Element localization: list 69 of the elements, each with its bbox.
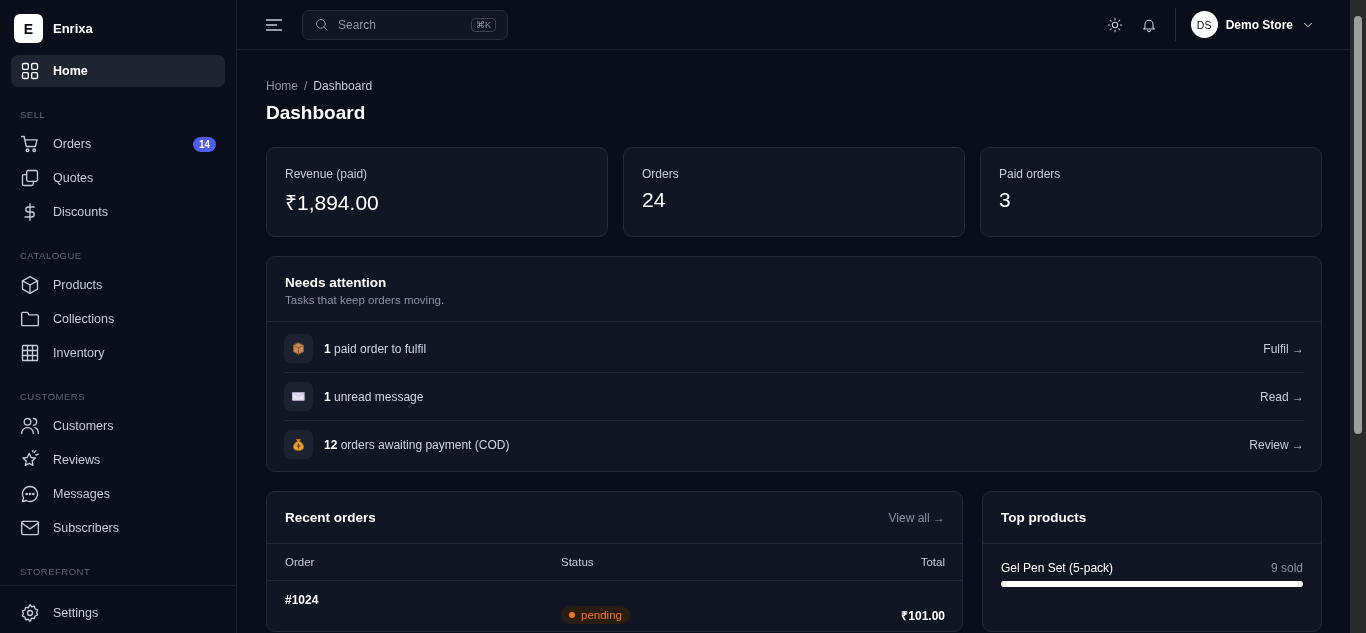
mail-icon [20,518,40,538]
stat-label: Paid orders [999,167,1062,181]
task-action-link[interactable]: Review → [1249,437,1304,452]
grid-icon [20,61,40,81]
nav-item[interactable]: Messages [11,478,225,510]
theme-toggle-button[interactable] [1106,16,1123,33]
nav-item[interactable]: Orders 14 [11,128,225,160]
order-total: ₹101.00 [901,607,945,624]
chat-icon [20,484,40,504]
page-title: Dashboard [266,102,367,124]
task-text: 1 paid order to fulfil [324,341,428,356]
nav-item[interactable]: Collections [11,303,225,335]
table-icon [20,343,40,363]
stat-value: ₹1,894.00 [285,190,380,216]
folder-icon [20,309,40,329]
nav-item[interactable]: Quotes [11,162,225,194]
users-icon [20,416,40,436]
nav-item[interactable]: Home [11,55,225,87]
column-header: Status [561,556,595,568]
search-field[interactable]: Search ⌘K [302,9,508,40]
column-header: Total [920,556,945,568]
card-title: Recent orders [285,510,376,525]
package-icon [291,341,306,356]
scrollbar-thumb[interactable] [1354,16,1362,434]
order-number[interactable]: #1024 [285,593,561,607]
nav-item[interactable]: Products [11,269,225,301]
stat-value: 24 [642,188,667,212]
nav-item[interactable]: Subscribers [11,512,225,544]
card-subtitle: Tasks that keep orders moving. [285,294,446,306]
brand-logo: E [14,14,43,43]
stat-value: 3 [999,188,1012,212]
task-text: 12 orders awaiting payment (COD) [324,437,511,452]
nav-item[interactable]: Settings [11,597,225,629]
column-header: Order [285,556,316,568]
stat-label: Revenue (paid) [285,167,369,181]
settings-icon [20,603,40,623]
search-icon [314,17,329,32]
status-pill: pending [561,606,630,624]
card-title: Top products [1001,510,1087,525]
copy-icon [20,168,40,188]
task-action-link[interactable]: Fulfil → [1263,341,1304,356]
view-all-link[interactable]: View all → [888,510,945,525]
avatar: DS [1190,11,1218,38]
account-menu[interactable]: DS Demo Store [1174,8,1321,41]
cart-icon [20,134,40,154]
section-heading: STOREFRONT [19,565,92,579]
brand-name: Enrixa [53,21,93,36]
shortcut-hint: ⌘K [471,17,496,32]
nav-item[interactable]: Inventory [11,337,225,369]
money-bag-icon [291,437,306,452]
breadcrumb-link[interactable]: Home [266,79,298,93]
breadcrumb-current: Dashboard [313,79,373,93]
section-heading: CUSTOMERS [19,390,87,404]
product-name: Gel Pen Set (5-pack) [1001,561,1114,575]
card-title: Needs attention [285,275,388,290]
nav-item[interactable]: Customers [11,410,225,442]
envelope-icon [291,389,306,404]
count-badge: 14 [192,136,216,152]
cube-icon [20,275,40,295]
task-action-link[interactable]: Read → [1259,389,1304,404]
nav-item[interactable]: Reviews [11,444,225,476]
nav-item[interactable]: Discounts [11,196,225,228]
stat-label: Orders [642,167,680,181]
sold-count: 9 sold [1270,561,1303,575]
task-text: 1 unread message [324,389,425,404]
section-heading: CATALOGUE [19,249,83,263]
section-heading: SELL [19,108,47,122]
breadcrumb-separator: / [304,79,308,93]
sun-icon [1106,16,1123,33]
